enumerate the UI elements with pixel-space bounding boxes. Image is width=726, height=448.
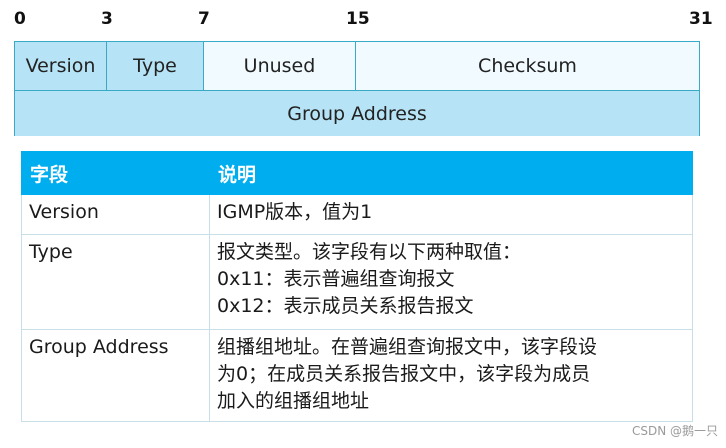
field-unused: Unused [204,42,356,90]
description-line: IGMP版本，值为1 [217,201,373,223]
description-line: 0x12：表示成员关系报告报文 [217,295,474,317]
field-description-table: 字段 说明 Version IGMP版本，值为1 Type 报文类型。该字段有以… [21,151,693,422]
description-line: 为0；在成员关系报告报文中，该字段为成员 [217,363,591,385]
row-description: IGMP版本，值为1 [209,194,693,235]
field-checksum: Checksum [356,42,699,90]
description-line: 加入的组播组地址 [217,390,370,412]
table-row: Type 报文类型。该字段有以下两种取值： 0x11：表示普遍组查询报文 0x1… [21,234,693,330]
description-line: 报文类型。该字段有以下两种取值： [217,241,522,263]
bit-label-15: 15 [346,9,370,29]
description-line: 组播组地址。在普遍组查询报文中，该字段设 [217,336,598,358]
column-header-description: 说明 [209,151,693,195]
bit-label-3: 3 [101,9,113,29]
column-header-field: 字段 [21,151,210,195]
row-description: 报文类型。该字段有以下两种取值： 0x11：表示普遍组查询报文 0x12：表示成… [209,234,693,330]
field-type: Type [107,42,204,90]
bit-label-31: 31 [689,9,713,29]
table-row: Version IGMP版本，值为1 [21,194,693,235]
field-version: Version [15,42,107,90]
bit-label-7: 7 [198,9,210,29]
field-group-address: Group Address [15,90,699,136]
bit-label-0: 0 [14,9,26,29]
row-field-name: Group Address [21,329,210,422]
row-field-name: Version [21,194,210,235]
watermark: CSDN @鹅一只 [631,424,718,438]
row-description: 组播组地址。在普遍组查询报文中，该字段设 为0；在成员关系报告报文中，该字段为成… [209,329,693,422]
table-row: Group Address 组播组地址。在普遍组查询报文中，该字段设 为0；在成… [21,329,693,422]
table-header-row: 字段 说明 [21,151,693,195]
row-field-name: Type [21,234,210,330]
description-line: 0x11：表示普遍组查询报文 [217,268,455,290]
igmp-header-diagram: Version Type Unused Checksum Group Addre… [14,41,700,136]
